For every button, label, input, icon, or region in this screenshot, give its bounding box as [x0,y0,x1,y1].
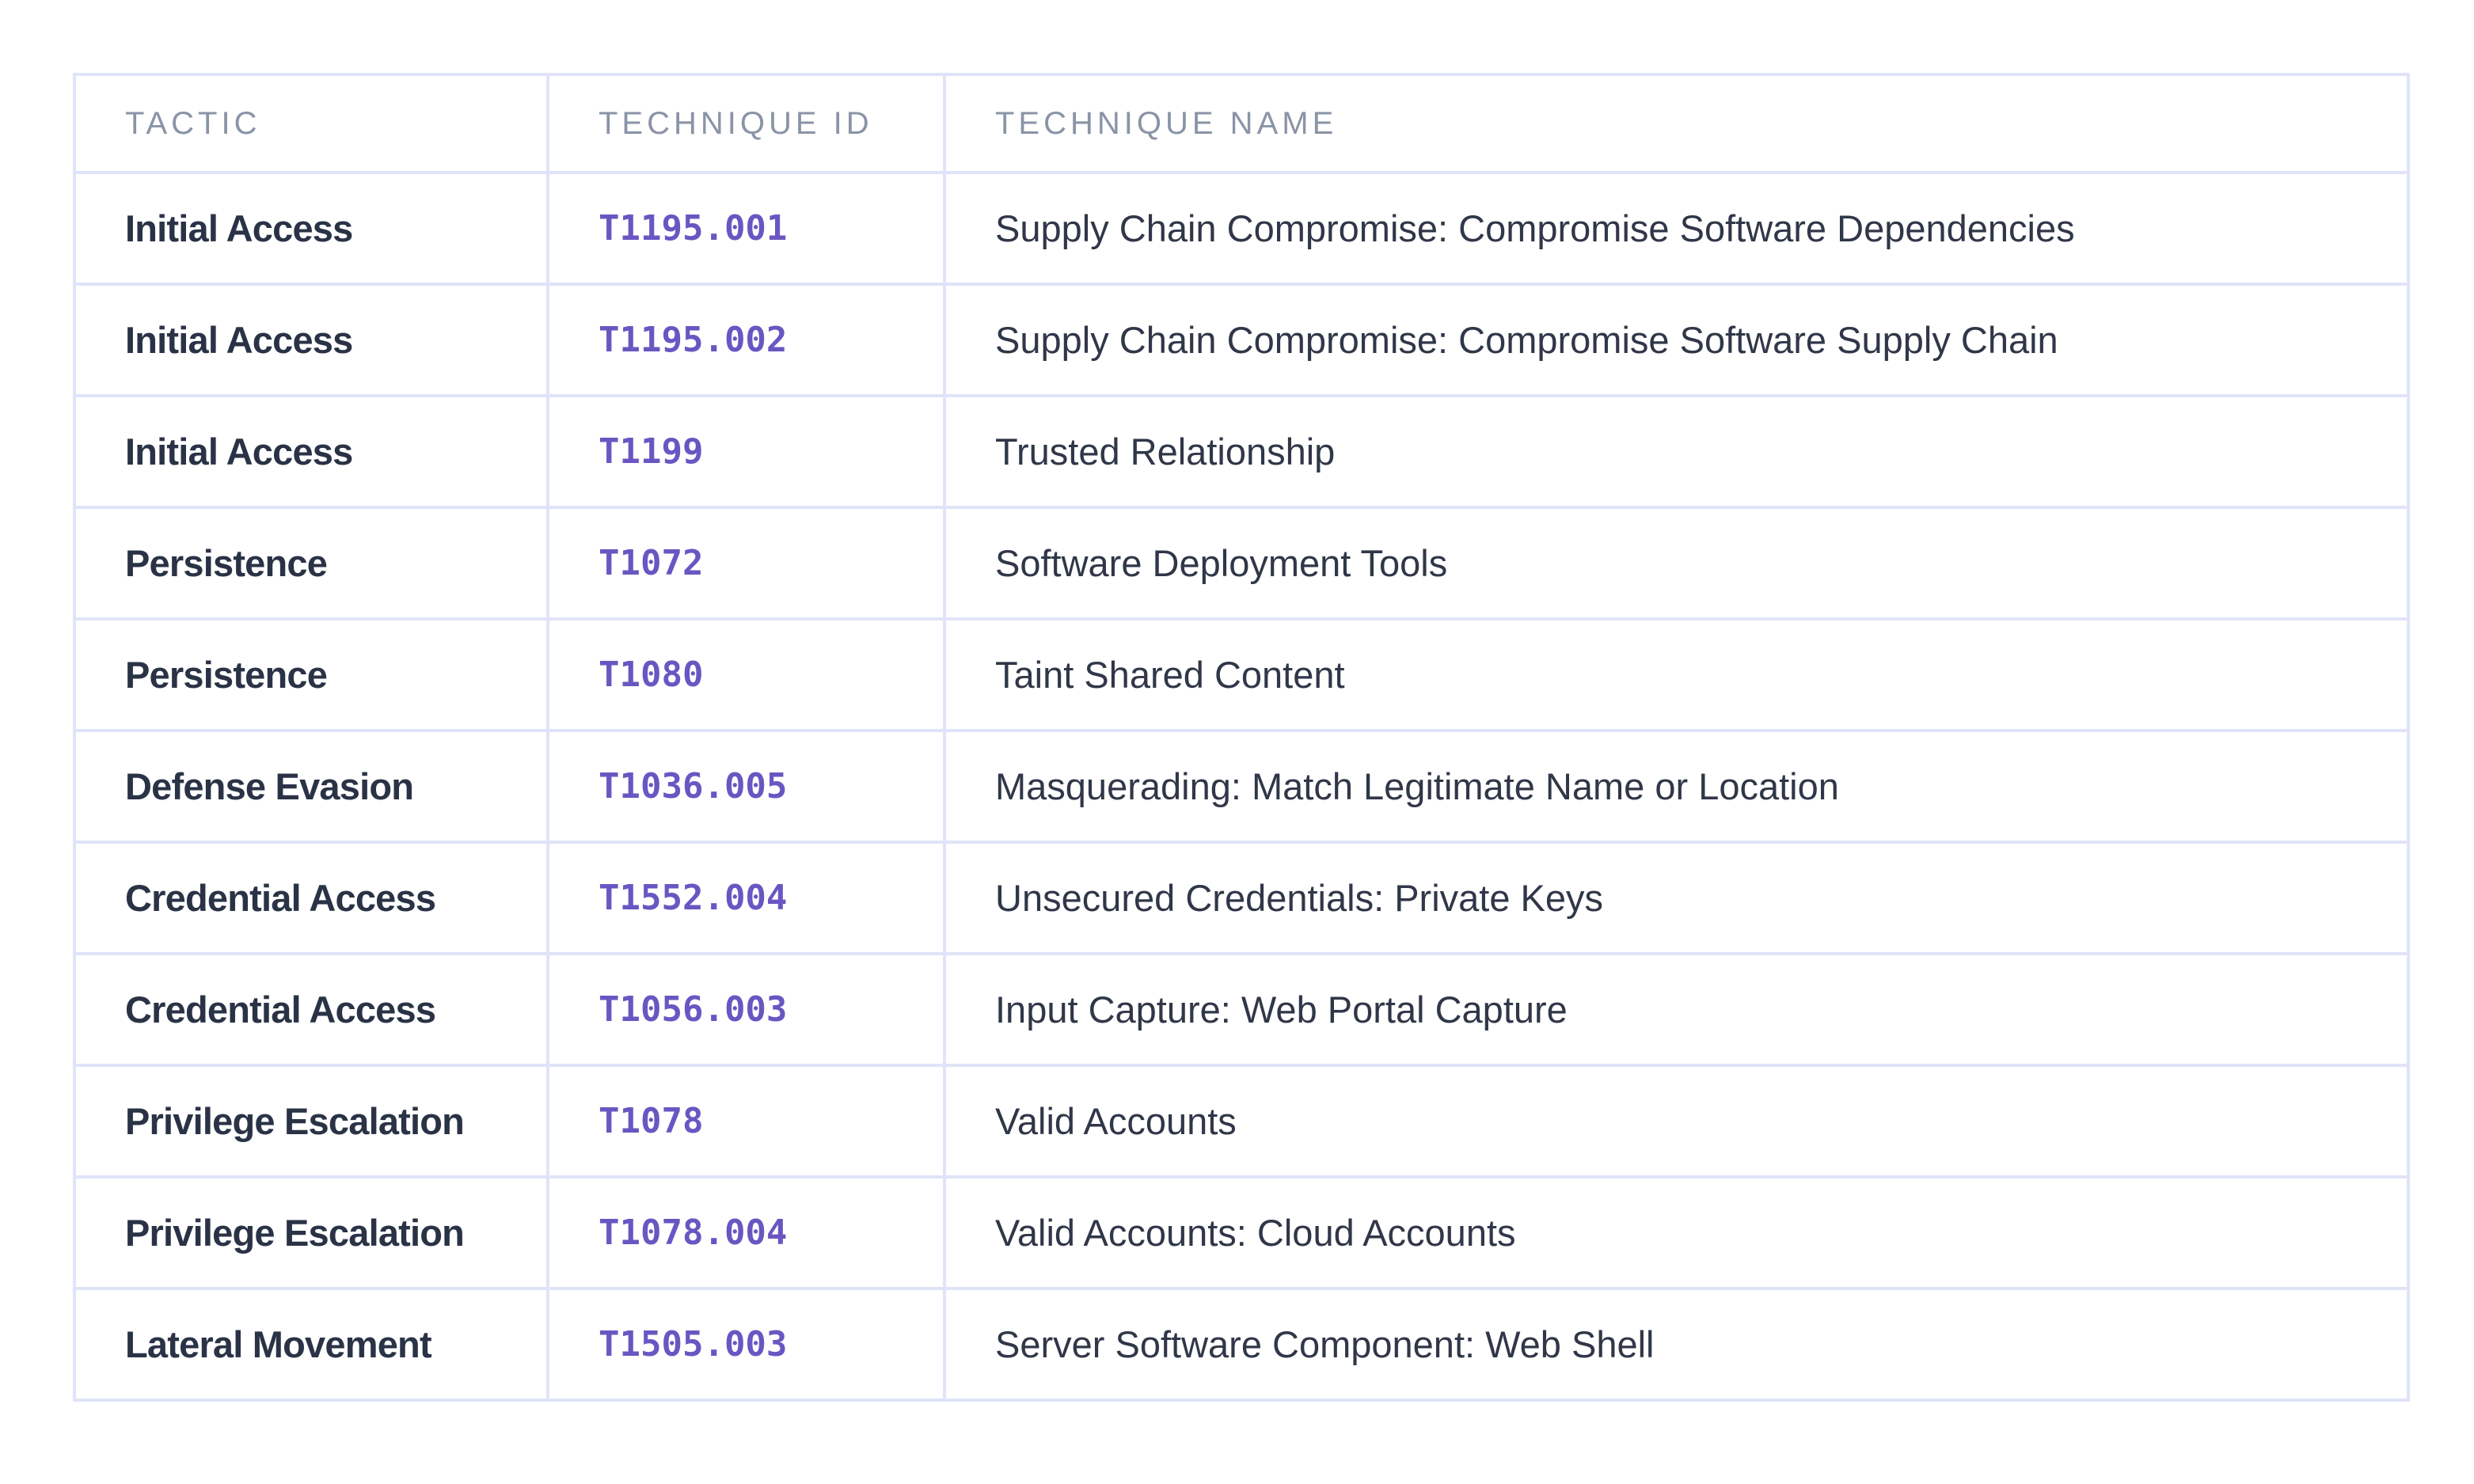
table-row: Persistence T1072 Software Deployment Tool… [73,506,2410,621]
technique-name-cell: Unsecured Credentials: Private Keys [943,841,2410,955]
technique-name-cell: Supply Chain Compromise: Compromise Soft… [943,283,2410,397]
technique-id-cell: T1056.003 [546,952,946,1067]
tactic-cell: Privilege Escalation [73,1175,549,1290]
tactic-cell: Credential Access [73,841,549,955]
technique-id-cell: T1072 [546,506,946,621]
technique-id-cell: T1080 [546,617,946,732]
technique-name-cell: Input Capture: Web Portal Capture [943,952,2410,1067]
table-row: Privilege Escalation T1078 Valid Accounts [73,1064,2410,1178]
technique-name-cell: Masquerading: Match Legitimate Name or L… [943,729,2410,844]
tactic-cell: Lateral Movement [73,1287,549,1402]
technique-id-cell: T1078.004 [546,1175,946,1290]
table-body: Initial Access T1195.001 Supply Chain Comp… [73,171,2410,1402]
technique-name-cell: Software Deployment Tools [943,506,2410,621]
technique-name-cell: Supply Chain Compromise: Compromise Soft… [943,171,2410,286]
table-row: Initial Access T1199 Trusted Relationship [73,394,2410,509]
tactic-cell: Defense Evasion [73,729,549,844]
technique-name-cell: Valid Accounts [943,1064,2410,1178]
table-row: Initial Access T1195.001 Supply Chain Comp… [73,171,2410,286]
technique-name-cell: Trusted Relationship [943,394,2410,509]
techniques-table-container: TACTIC TECHNIQUE ID TECHNIQUE NAME Initi… [73,73,2410,1402]
technique-id-cell: T1505.003 [546,1287,946,1402]
table-row: Defense Evasion T1036.005 Masquerading: Ma… [73,729,2410,844]
table-row: Credential Access T1056.003 Input Capture:… [73,952,2410,1067]
technique-id-cell: T1036.005 [546,729,946,844]
technique-id-cell: T1195.002 [546,283,946,397]
header-technique-name: TECHNIQUE NAME [943,73,2410,174]
tactic-cell: Initial Access [73,283,549,397]
header-tactic: TACTIC [73,73,549,174]
table-row: Initial Access T1195.002 Supply Chain Comp… [73,283,2410,397]
tactic-cell: Initial Access [73,171,549,286]
technique-name-cell: Taint Shared Content [943,617,2410,732]
table-row: Privilege Escalation T1078.004 Valid Accou… [73,1175,2410,1290]
technique-id-cell: T1078 [546,1064,946,1178]
table-row: Lateral Movement T1505.003 Server Software… [73,1287,2410,1402]
table-header: TACTIC TECHNIQUE ID TECHNIQUE NAME [73,73,2410,174]
technique-name-cell: Server Software Component: Web Shell [943,1287,2410,1402]
header-technique-id: TECHNIQUE ID [546,73,946,174]
header-row: TACTIC TECHNIQUE ID TECHNIQUE NAME [73,73,2410,174]
technique-id-cell: T1195.001 [546,171,946,286]
tactic-cell: Persistence [73,617,549,732]
technique-id-cell: T1552.004 [546,841,946,955]
tactic-cell: Credential Access [73,952,549,1067]
table-row: Credential Access T1552.004 Unsecured Cred… [73,841,2410,955]
tactic-cell: Persistence [73,506,549,621]
tactic-cell: Privilege Escalation [73,1064,549,1178]
tactic-cell: Initial Access [73,394,549,509]
table-row: Persistence T1080 Taint Shared Content [73,617,2410,732]
technique-name-cell: Valid Accounts: Cloud Accounts [943,1175,2410,1290]
technique-id-cell: T1199 [546,394,946,509]
techniques-table: TACTIC TECHNIQUE ID TECHNIQUE NAME Initi… [73,73,2410,1402]
